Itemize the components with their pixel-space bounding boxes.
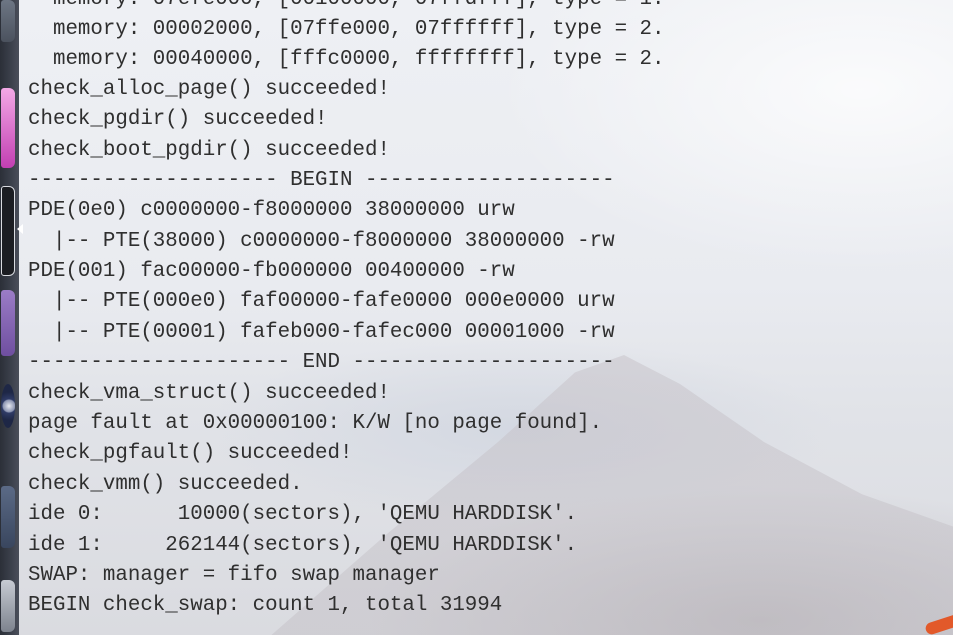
- terminal-line: PDE(0e0) c0000000-f8000000 38000000 urw: [28, 199, 515, 222]
- terminal-window[interactable]: memory: 07efe000, [00100000, 07ffdfff], …: [23, 0, 953, 635]
- app-icon[interactable]: [1, 384, 15, 428]
- terminal-line: ide 0: 10000(sectors), 'QEMU HARDDISK'.: [28, 503, 578, 526]
- terminal-line: |-- PTE(38000) c0000000-f8000000 3800000…: [28, 230, 615, 253]
- terminal-line: check_pgfault() succeeded!: [28, 442, 353, 465]
- terminal-line: memory: 00040000, [fffc0000, ffffffff], …: [28, 48, 665, 71]
- app-icon[interactable]: [1, 290, 15, 356]
- app-icon[interactable]: [1, 0, 15, 42]
- terminal-line: ide 1: 262144(sectors), 'QEMU HARDDISK'.: [28, 534, 578, 557]
- terminal-line: PDE(001) fac00000-fb000000 00400000 -rw: [28, 260, 515, 283]
- app-icon[interactable]: [1, 88, 15, 168]
- terminal-line: check_pgdir() succeeded!: [28, 108, 328, 131]
- terminal-line: check_boot_pgdir() succeeded!: [28, 139, 390, 162]
- terminal-line: memory: 07efe000, [00100000, 07ffdfff], …: [28, 0, 665, 15]
- launcher-dock: [0, 0, 23, 635]
- terminal-line: SWAP: manager = fifo swap manager: [28, 564, 440, 587]
- terminal-line: --------------------- END --------------…: [28, 351, 615, 374]
- app-icon[interactable]: [1, 580, 15, 632]
- terminal-line: check_alloc_page() succeeded!: [28, 78, 390, 101]
- terminal-line: memory: 00002000, [07ffe000, 07ffffff], …: [28, 18, 665, 41]
- terminal-line: check_vmm() succeeded.: [28, 473, 303, 496]
- terminal-line: BEGIN check_swap: count 1, total 31994: [28, 594, 503, 617]
- terminal-line: -------------------- BEGIN -------------…: [28, 169, 615, 192]
- terminal-line: page fault at 0x00000100: K/W [no page f…: [28, 412, 603, 435]
- terminal-icon[interactable]: [1, 186, 15, 276]
- terminal-line: |-- PTE(000e0) faf00000-fafe0000 000e000…: [28, 290, 615, 313]
- app-icon[interactable]: [1, 486, 15, 548]
- terminal-line: check_vma_struct() succeeded!: [28, 382, 390, 405]
- terminal-line: |-- PTE(00001) fafeb000-fafec000 0000100…: [28, 321, 615, 344]
